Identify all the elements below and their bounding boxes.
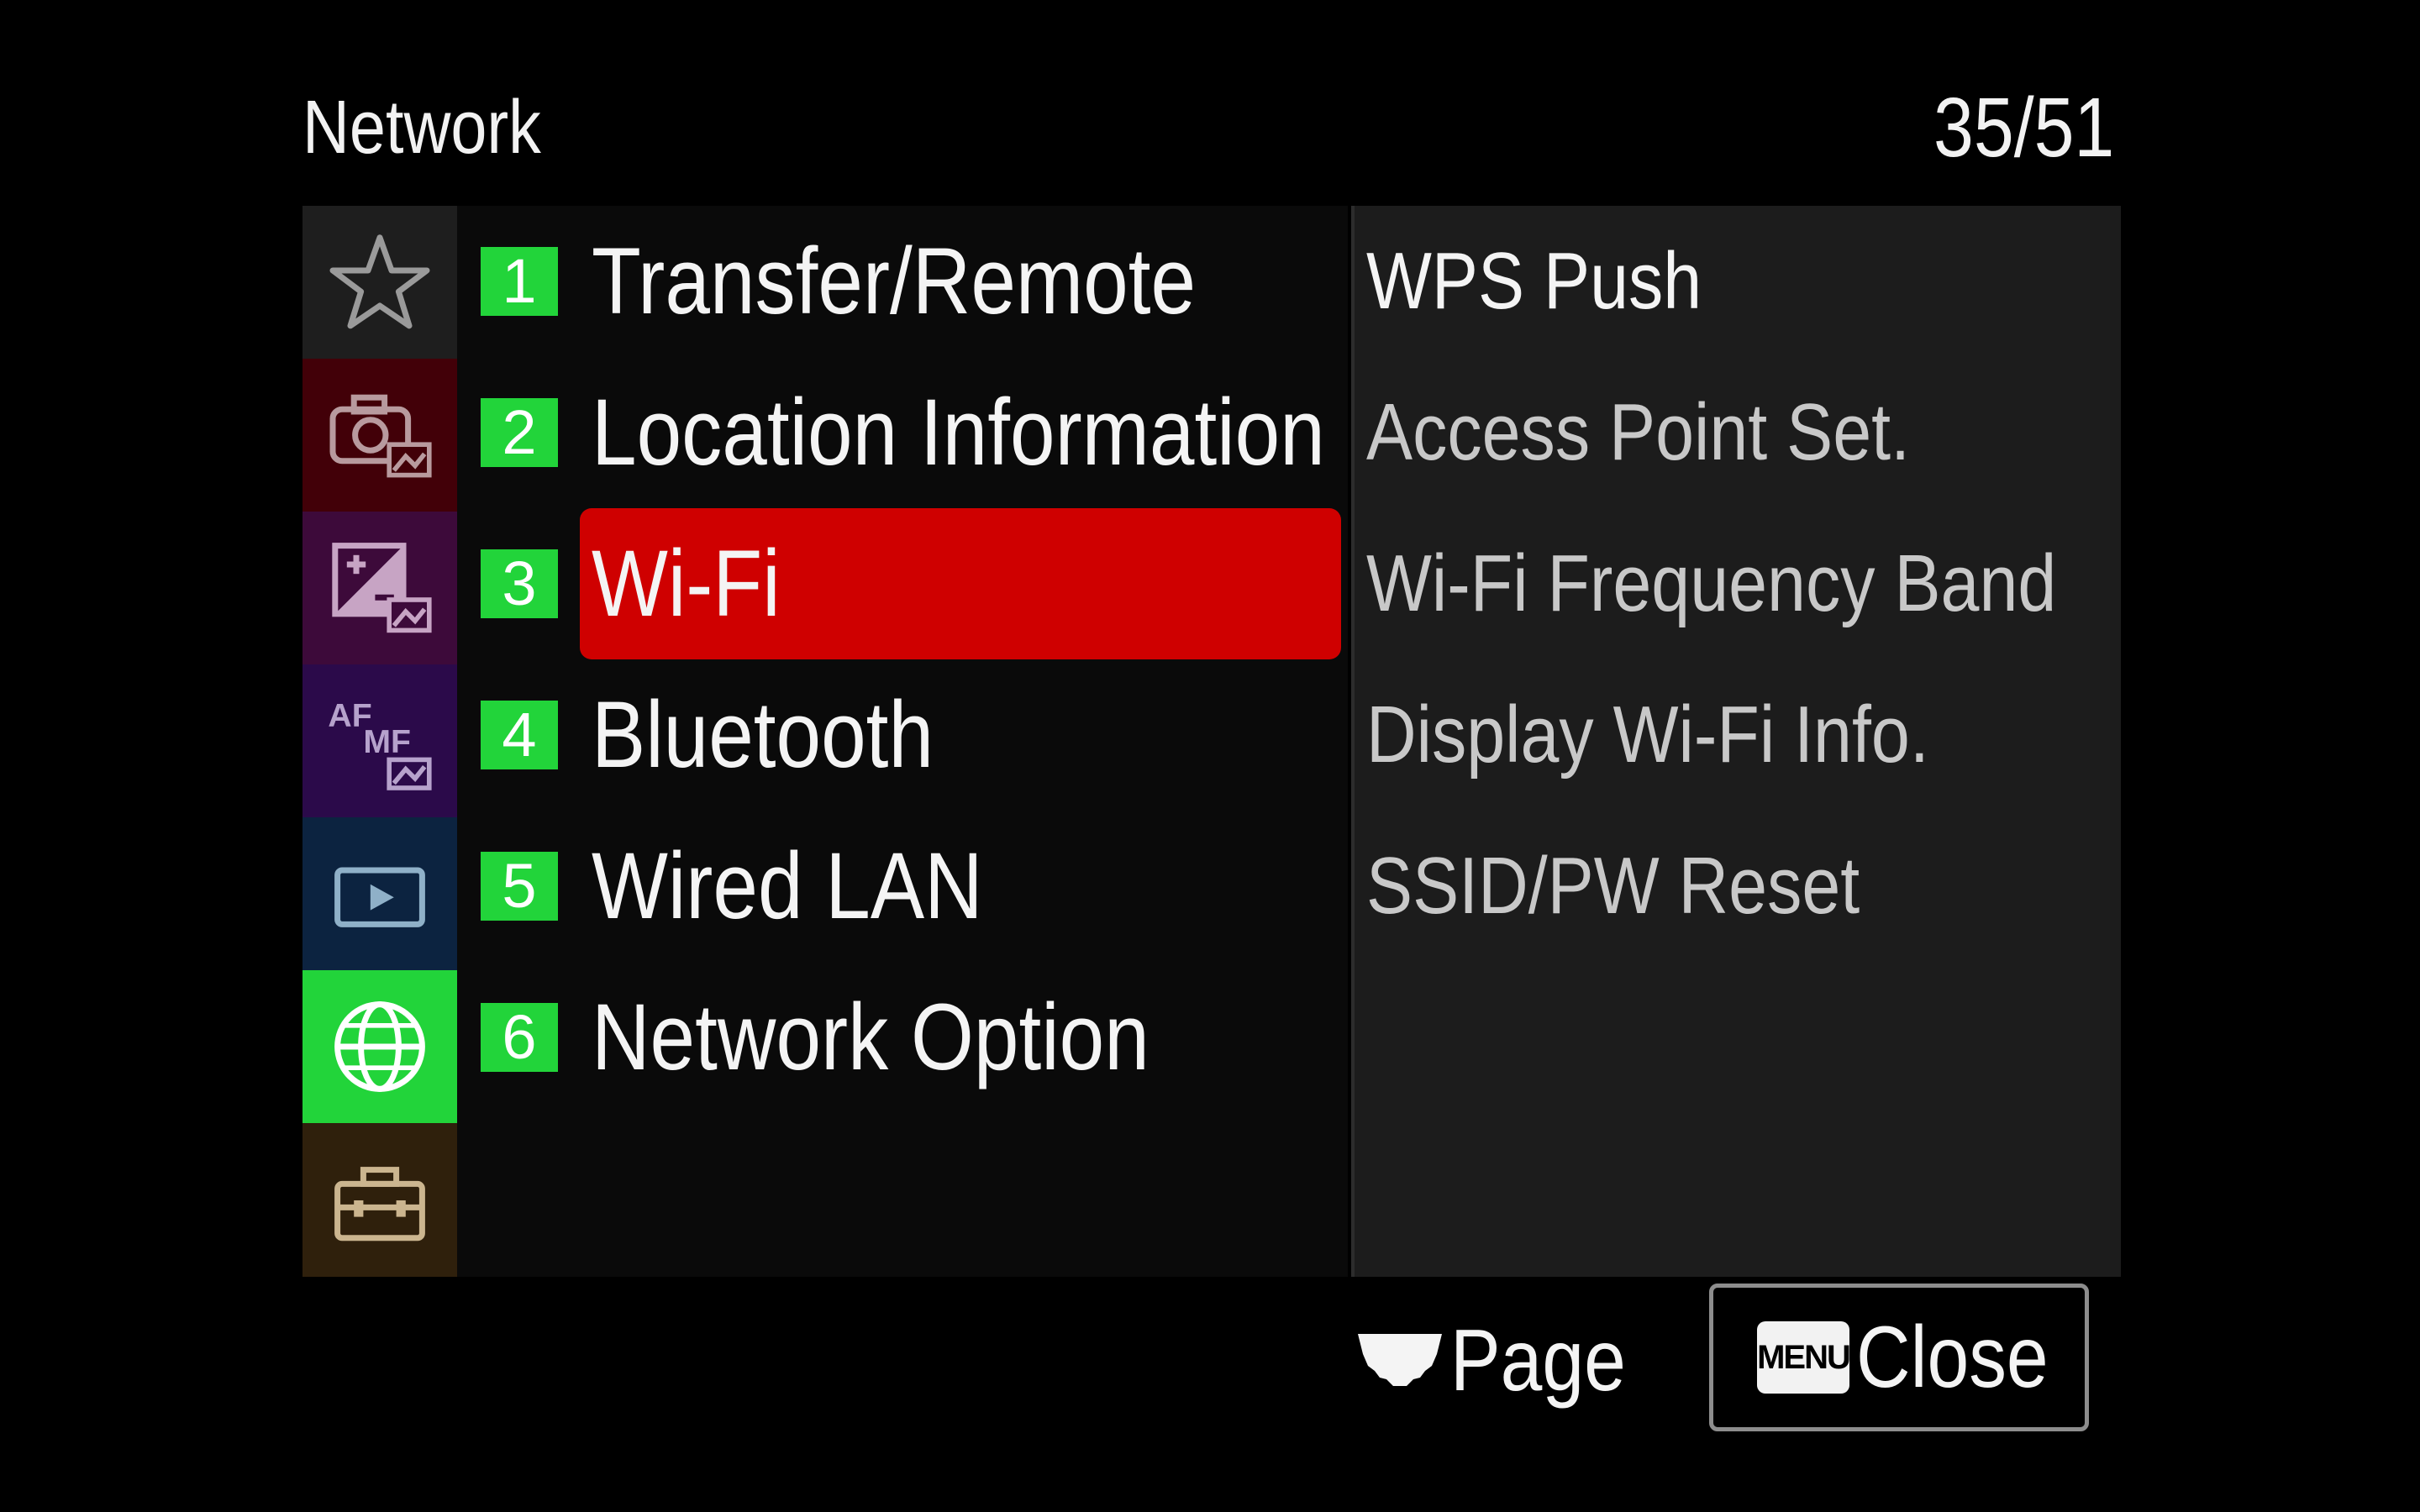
camera-image-icon xyxy=(329,394,432,478)
globe-icon xyxy=(334,1001,425,1092)
menu-item-label: Network Option xyxy=(592,984,1150,1089)
menu-item-number: 4 xyxy=(481,701,558,769)
close-button[interactable]: MENU Close xyxy=(1709,1284,2089,1431)
category-playback[interactable] xyxy=(302,817,457,970)
svg-text:MF: MF xyxy=(363,724,411,760)
category-network[interactable] xyxy=(302,970,457,1123)
menu-item-label: Location Information xyxy=(592,380,1325,485)
menu-item-network-option[interactable]: 6 Network Option xyxy=(457,962,1348,1113)
menu-item-label: Transfer/Remote xyxy=(592,228,1197,333)
page-counter: 35/51 xyxy=(1933,81,2114,175)
toolbox-icon xyxy=(334,1166,425,1241)
menu-item-number: 1 xyxy=(481,247,558,316)
submenu-item-wifi-frequency-band[interactable]: Wi-Fi Frequency Band xyxy=(1366,508,2056,659)
af-mf-icon: AF MF xyxy=(328,698,432,790)
menu-item-label: Wi-Fi xyxy=(592,531,781,636)
category-sidebar: AF MF xyxy=(302,206,457,1277)
submenu-panel: WPS Push Access Point Set. Wi-Fi Frequen… xyxy=(1351,206,2121,1277)
page-label: Page xyxy=(1450,1311,1626,1410)
exposure-image-icon xyxy=(332,543,432,633)
dial-icon xyxy=(1358,1334,1442,1386)
submenu-item-ssid-pw-reset[interactable]: SSID/PW Reset xyxy=(1366,811,1860,962)
page-hint: Page xyxy=(1355,1310,1655,1411)
submenu-item-access-point-set[interactable]: Access Point Set. xyxy=(1366,357,1910,508)
menu-item-number: 6 xyxy=(481,1003,558,1072)
menu-item-wifi[interactable]: 3 Wi-Fi xyxy=(457,508,1348,659)
star-icon xyxy=(329,234,430,329)
submenu-item-display-wifi-info[interactable]: Display Wi-Fi Info. xyxy=(1366,659,1929,811)
category-favorites[interactable] xyxy=(302,206,457,359)
category-exposure[interactable] xyxy=(302,512,457,664)
category-focus[interactable]: AF MF xyxy=(302,664,457,817)
menu-item-bluetooth[interactable]: 4 Bluetooth xyxy=(457,659,1348,811)
close-label: Close xyxy=(1856,1308,2049,1406)
menu-item-location-information[interactable]: 2 Location Information xyxy=(457,357,1348,508)
menu-list: 1 Transfer/Remote 2 Location Information… xyxy=(457,206,1348,1277)
category-shooting[interactable] xyxy=(302,359,457,512)
menu-item-label: Bluetooth xyxy=(592,682,934,787)
menu-item-number: 2 xyxy=(481,398,558,467)
page-title: Network xyxy=(302,86,541,170)
playback-icon xyxy=(334,867,425,927)
menu-item-transfer-remote[interactable]: 1 Transfer/Remote xyxy=(457,206,1348,357)
menu-item-label: Wired LAN xyxy=(592,833,983,938)
menu-item-number: 3 xyxy=(481,549,558,618)
category-setup[interactable] xyxy=(302,1123,457,1277)
submenu-item-wps-push[interactable]: WPS Push xyxy=(1366,206,1702,357)
menu-item-number: 5 xyxy=(481,852,558,921)
menu-item-wired-lan[interactable]: 5 Wired LAN xyxy=(457,811,1348,962)
menu-key-icon: MENU xyxy=(1757,1321,1851,1394)
